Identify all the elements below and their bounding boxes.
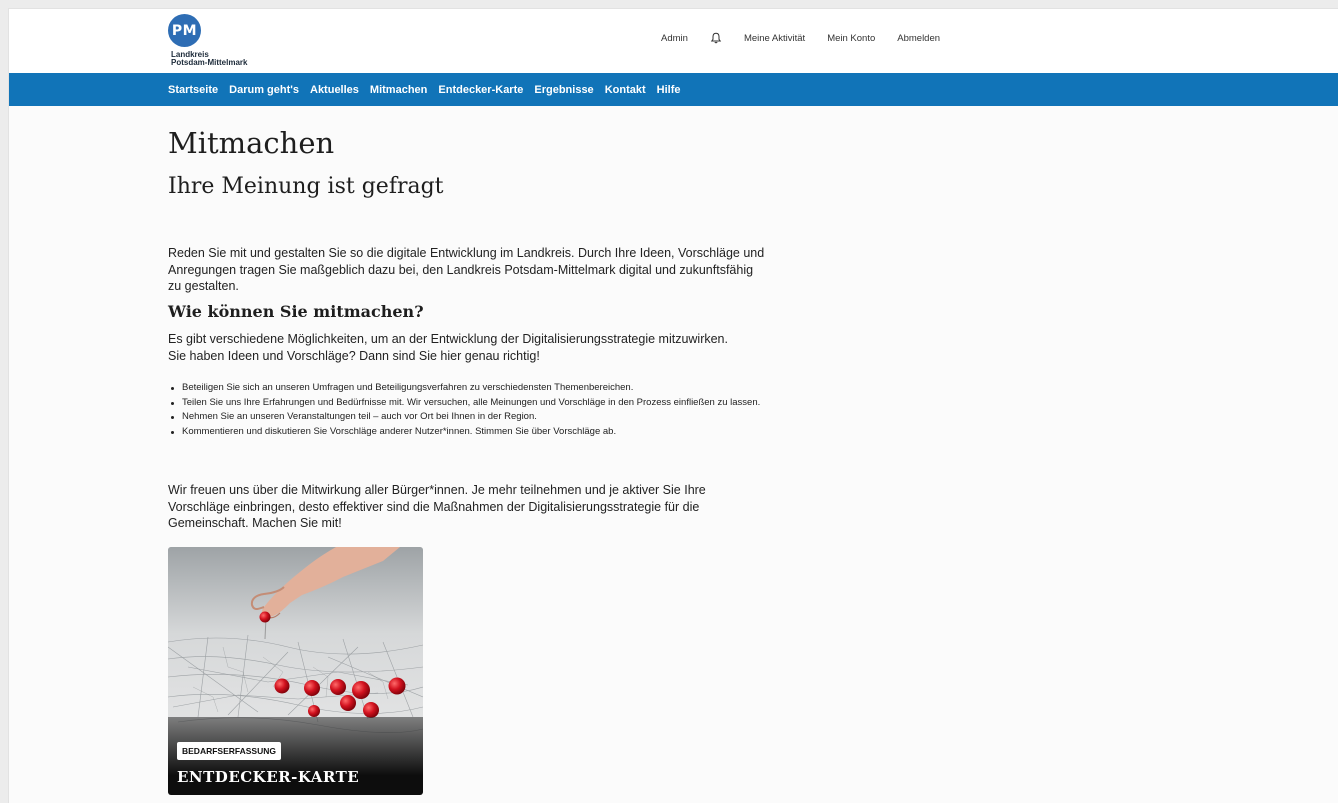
list-item: Teilen Sie uns Ihre Erfahrungen und Bedü… xyxy=(168,396,788,411)
list-item: Kommentieren und diskutieren Sie Vorschl… xyxy=(168,425,788,440)
my-activity-link[interactable]: Meine Aktivität xyxy=(744,33,805,44)
user-menu: Admin Meine Aktivität Mein Konto Abmelde… xyxy=(661,32,962,44)
main-navigation: Startseite Darum geht's Aktuelles Mitmac… xyxy=(9,73,1338,106)
section-heading: Wie können Sie mitmachen? xyxy=(168,302,424,321)
nav-item-entdecker-karte[interactable]: Entdecker-Karte xyxy=(438,84,523,96)
nav-item-hilfe[interactable]: Hilfe xyxy=(657,84,681,96)
browser-viewport: PM Landkreis Potsdam-Mittelmark Admin Me… xyxy=(8,8,1338,803)
list-item: Beteiligen Sie sich an unseren Umfragen … xyxy=(168,381,788,396)
admin-link[interactable]: Admin xyxy=(661,33,688,44)
logo-text-line2: Potsdam-Mittelmark xyxy=(171,58,248,67)
list-item: Nehmen Sie an unseren Veranstaltungen te… xyxy=(168,410,788,425)
section-paragraph: Es gibt verschiedene Möglichkeiten, um a… xyxy=(168,332,728,363)
nav-item-kontakt[interactable]: Kontakt xyxy=(605,84,646,96)
nav-item-aktuelles[interactable]: Aktuelles xyxy=(310,84,359,96)
page-title: Mitmachen xyxy=(168,126,335,160)
nav-item-ergebnisse[interactable]: Ergebnisse xyxy=(534,84,593,96)
bell-icon[interactable] xyxy=(710,32,722,44)
card-title: ENTDECKER-KARTE xyxy=(177,768,360,786)
page-subtitle: Ihre Meinung ist gefragt xyxy=(168,174,444,199)
site-header: PM Landkreis Potsdam-Mittelmark Admin Me… xyxy=(9,9,1338,73)
my-account-link[interactable]: Mein Konto xyxy=(827,33,875,44)
nav-item-darum-gehts[interactable]: Darum geht's xyxy=(229,84,299,96)
logo-emblem: PM xyxy=(168,14,201,47)
intro-paragraph: Reden Sie mit und gestalten Sie so die d… xyxy=(168,246,765,293)
site-logo[interactable]: PM Landkreis Potsdam-Mittelmark xyxy=(168,14,308,70)
card-category-badge: BEDARFSERFASSUNG xyxy=(177,742,281,760)
logout-link[interactable]: Abmelden xyxy=(897,33,940,44)
entdecker-karte-card[interactable]: BEDARFSERFASSUNG ENTDECKER-KARTE xyxy=(168,547,423,795)
participation-list: Beteiligen Sie sich an unseren Umfragen … xyxy=(168,381,788,439)
nav-item-startseite[interactable]: Startseite xyxy=(168,84,218,96)
outro-paragraph: Wir freuen uns über die Mitwirkung aller… xyxy=(168,483,706,530)
nav-item-mitmachen[interactable]: Mitmachen xyxy=(370,84,427,96)
